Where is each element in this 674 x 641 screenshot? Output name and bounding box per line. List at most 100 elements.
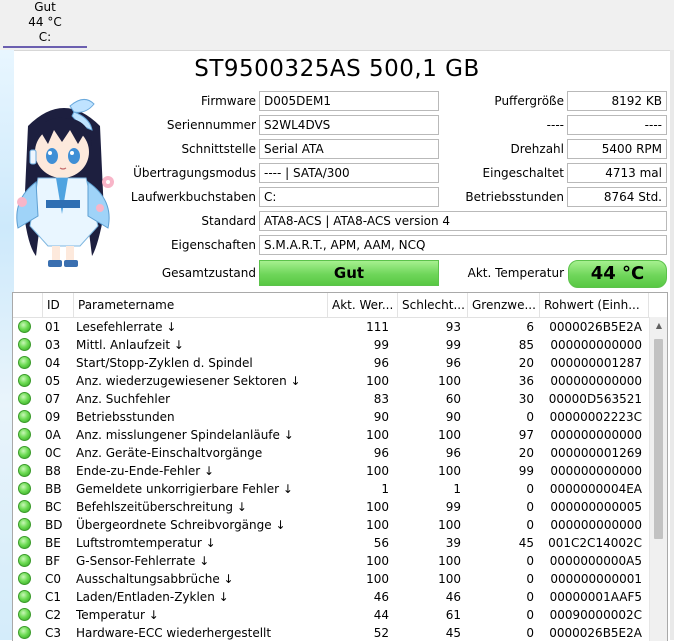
table-row[interactable]: 04 Start/Stopp-Zyklen d. Spindel 96 96 20 000…: [13, 354, 649, 372]
table-row[interactable]: 01 Lesefehlerrate ↓ 111 93 6 0000026B5E2A: [13, 318, 649, 336]
drive-tab-c[interactable]: Gut 44 °C C:: [3, 0, 87, 48]
cell-worst: 90: [445, 410, 461, 424]
cell-current: 99: [373, 338, 389, 352]
status-good-icon: [18, 536, 31, 549]
drive-model-title: ST9500325AS 500,1 GB: [194, 56, 480, 82]
cell-name: Anz. wiederzugewiesener Sektoren ↓: [76, 374, 301, 388]
cell-worst: 100: [438, 428, 461, 442]
status-good-icon: [18, 392, 31, 405]
table-row[interactable]: B8 Ende-zu-Ende-Fehler ↓ 100 100 99 000000000…: [13, 462, 649, 480]
table-row[interactable]: BC Befehlszeitüberschreitung ↓ 100 99 0 00000…: [13, 498, 649, 516]
cell-threshold: 99: [518, 464, 534, 478]
cell-threshold: 0: [526, 518, 534, 532]
table-row[interactable]: BB Gemeldete unkorrigierbare Fehler ↓ 1 1 0 0…: [13, 480, 649, 498]
column-header-name[interactable]: Parametername: [74, 293, 328, 317]
drive-tab-status: Gut: [34, 0, 56, 14]
cell-name: Anz. Geräte-Einschaltvorgänge: [76, 446, 263, 460]
cell-name: Lesefehlerrate ↓: [76, 320, 177, 334]
cell-current: 56: [373, 536, 389, 550]
column-header-raw[interactable]: Rohwert (Einh...: [540, 293, 649, 317]
cell-current: 1: [381, 482, 389, 496]
cell-id: BD: [45, 518, 63, 532]
table-row[interactable]: 05 Anz. wiederzugewiesener Sektoren ↓ 100 1…: [13, 372, 649, 390]
column-header-status[interactable]: [13, 293, 43, 317]
table-row[interactable]: 09 Betriebsstunden 90 90 0 00000002223C: [13, 408, 649, 426]
cell-worst: 100: [438, 554, 461, 568]
cell-id: 0A: [45, 428, 61, 442]
cell-worst: 100: [438, 374, 461, 388]
table-row[interactable]: 0C Anz. Geräte-Einschaltvorgänge 96 96 20 000…: [13, 444, 649, 462]
table-row[interactable]: C0 Ausschaltungsabbrüche ↓ 100 100 0 00000000…: [13, 570, 649, 588]
temperature-button[interactable]: 44 °C: [568, 260, 667, 288]
status-good-icon: [18, 320, 31, 333]
cell-name: Ausschaltungsabbrüche ↓: [76, 572, 234, 586]
cell-raw: 000000000000: [550, 338, 642, 352]
cell-id: BC: [45, 500, 62, 514]
power-on-count-value: 4713 mal: [567, 163, 667, 183]
table-row[interactable]: BE Luftstromtemperatur ↓ 56 39 45 001C2C14002…: [13, 534, 649, 552]
rotation-rate-value: 5400 RPM: [567, 139, 667, 159]
status-good-icon: [18, 572, 31, 585]
cell-id: 04: [45, 356, 61, 370]
table-row[interactable]: 07 Anz. Suchfehler 83 60 30 00000D563521: [13, 390, 649, 408]
table-row[interactable]: BF G-Sensor-Fehlerrate ↓ 100 100 0 0000000000…: [13, 552, 649, 570]
status-good-icon: [18, 500, 31, 513]
cell-worst: 93: [445, 320, 461, 334]
cell-current: 52: [373, 626, 389, 640]
temperature-label: Akt. Temperatur: [467, 266, 564, 280]
cell-id: BF: [45, 554, 61, 568]
cell-raw: 0000000004EA: [549, 482, 642, 496]
cell-worst: 100: [438, 572, 461, 586]
cell-name: Anz. misslungener Spindelanläufe ↓: [76, 428, 294, 442]
drive-tab-letter: C:: [38, 30, 52, 44]
column-header-worst[interactable]: Schlecht...: [398, 293, 468, 317]
cell-current: 100: [366, 464, 389, 478]
cell-id: 0C: [45, 446, 62, 460]
transfer-mode-label: Übertragungsmodus: [133, 166, 256, 180]
smart-attribute-table: ID Parametername Akt. Wer... Schlecht...…: [12, 292, 668, 641]
scroll-up-arrow-icon[interactable]: ▲: [650, 317, 667, 334]
cell-threshold: 0: [526, 554, 534, 568]
features-label: Eigenschaften: [170, 238, 256, 252]
health-status-label: Gesamtzustand: [161, 266, 256, 280]
table-header: ID Parametername Akt. Wer... Schlecht...…: [13, 293, 667, 318]
cell-raw: 000000000000: [550, 464, 642, 478]
buffer-size-label: Puffergröße: [494, 94, 564, 108]
vertical-scrollbar[interactable]: ▲: [649, 317, 667, 641]
firmware-label: Firmware: [201, 94, 256, 108]
scrollbar-thumb[interactable]: [654, 339, 663, 539]
cell-current: 96: [373, 446, 389, 460]
cell-id: 09: [45, 410, 61, 424]
table-row[interactable]: 0A Anz. misslungener Spindelanläufe ↓ 100 1…: [13, 426, 649, 444]
cell-worst: 60: [445, 392, 461, 406]
cell-name: Laden/Entladen-Zyklen ↓: [76, 590, 229, 604]
firmware-value: D005DEM1: [259, 91, 439, 111]
cell-worst: 99: [445, 338, 461, 352]
cell-worst: 45: [445, 626, 461, 640]
table-row[interactable]: C3 Hardware-ECC wiederhergestellt 52 45 0 000…: [13, 624, 649, 641]
cell-threshold: 0: [526, 572, 534, 586]
cell-worst: 46: [445, 590, 461, 604]
cell-current: 100: [366, 500, 389, 514]
cell-raw: 00090000002C: [549, 608, 642, 622]
cell-name: Gemeldete unkorrigierbare Fehler ↓: [76, 482, 293, 496]
column-header-id[interactable]: ID: [43, 293, 74, 317]
table-row[interactable]: 03 Mittl. Anlaufzeit ↓ 99 99 85 000000000000: [13, 336, 649, 354]
status-good-icon: [18, 554, 31, 567]
column-header-current[interactable]: Akt. Wer...: [328, 293, 398, 317]
cell-threshold: 0: [526, 482, 534, 496]
table-row[interactable]: BD Übergeordnete Schreibvorgänge ↓ 100 100 0…: [13, 516, 649, 534]
unknown-label: ----: [546, 118, 564, 132]
standard-value: ATA8-ACS | ATA8-ACS version 4: [259, 211, 667, 231]
cell-raw: 00000D563521: [548, 392, 642, 406]
table-row[interactable]: C2 Temperatur ↓ 44 61 0 00090000002C: [13, 606, 649, 624]
drive-tab-temperature: 44 °C: [28, 15, 62, 29]
cell-id: BE: [45, 536, 61, 550]
mascot-character-image: [16, 99, 114, 267]
cell-threshold: 0: [526, 410, 534, 424]
health-status-button[interactable]: Gut: [259, 260, 439, 286]
table-row[interactable]: C1 Laden/Entladen-Zyklen ↓ 46 46 0 00000001AA…: [13, 588, 649, 606]
cell-worst: 96: [445, 446, 461, 460]
cell-id: B8: [45, 464, 61, 478]
column-header-threshold[interactable]: Grenzwe...: [468, 293, 540, 317]
